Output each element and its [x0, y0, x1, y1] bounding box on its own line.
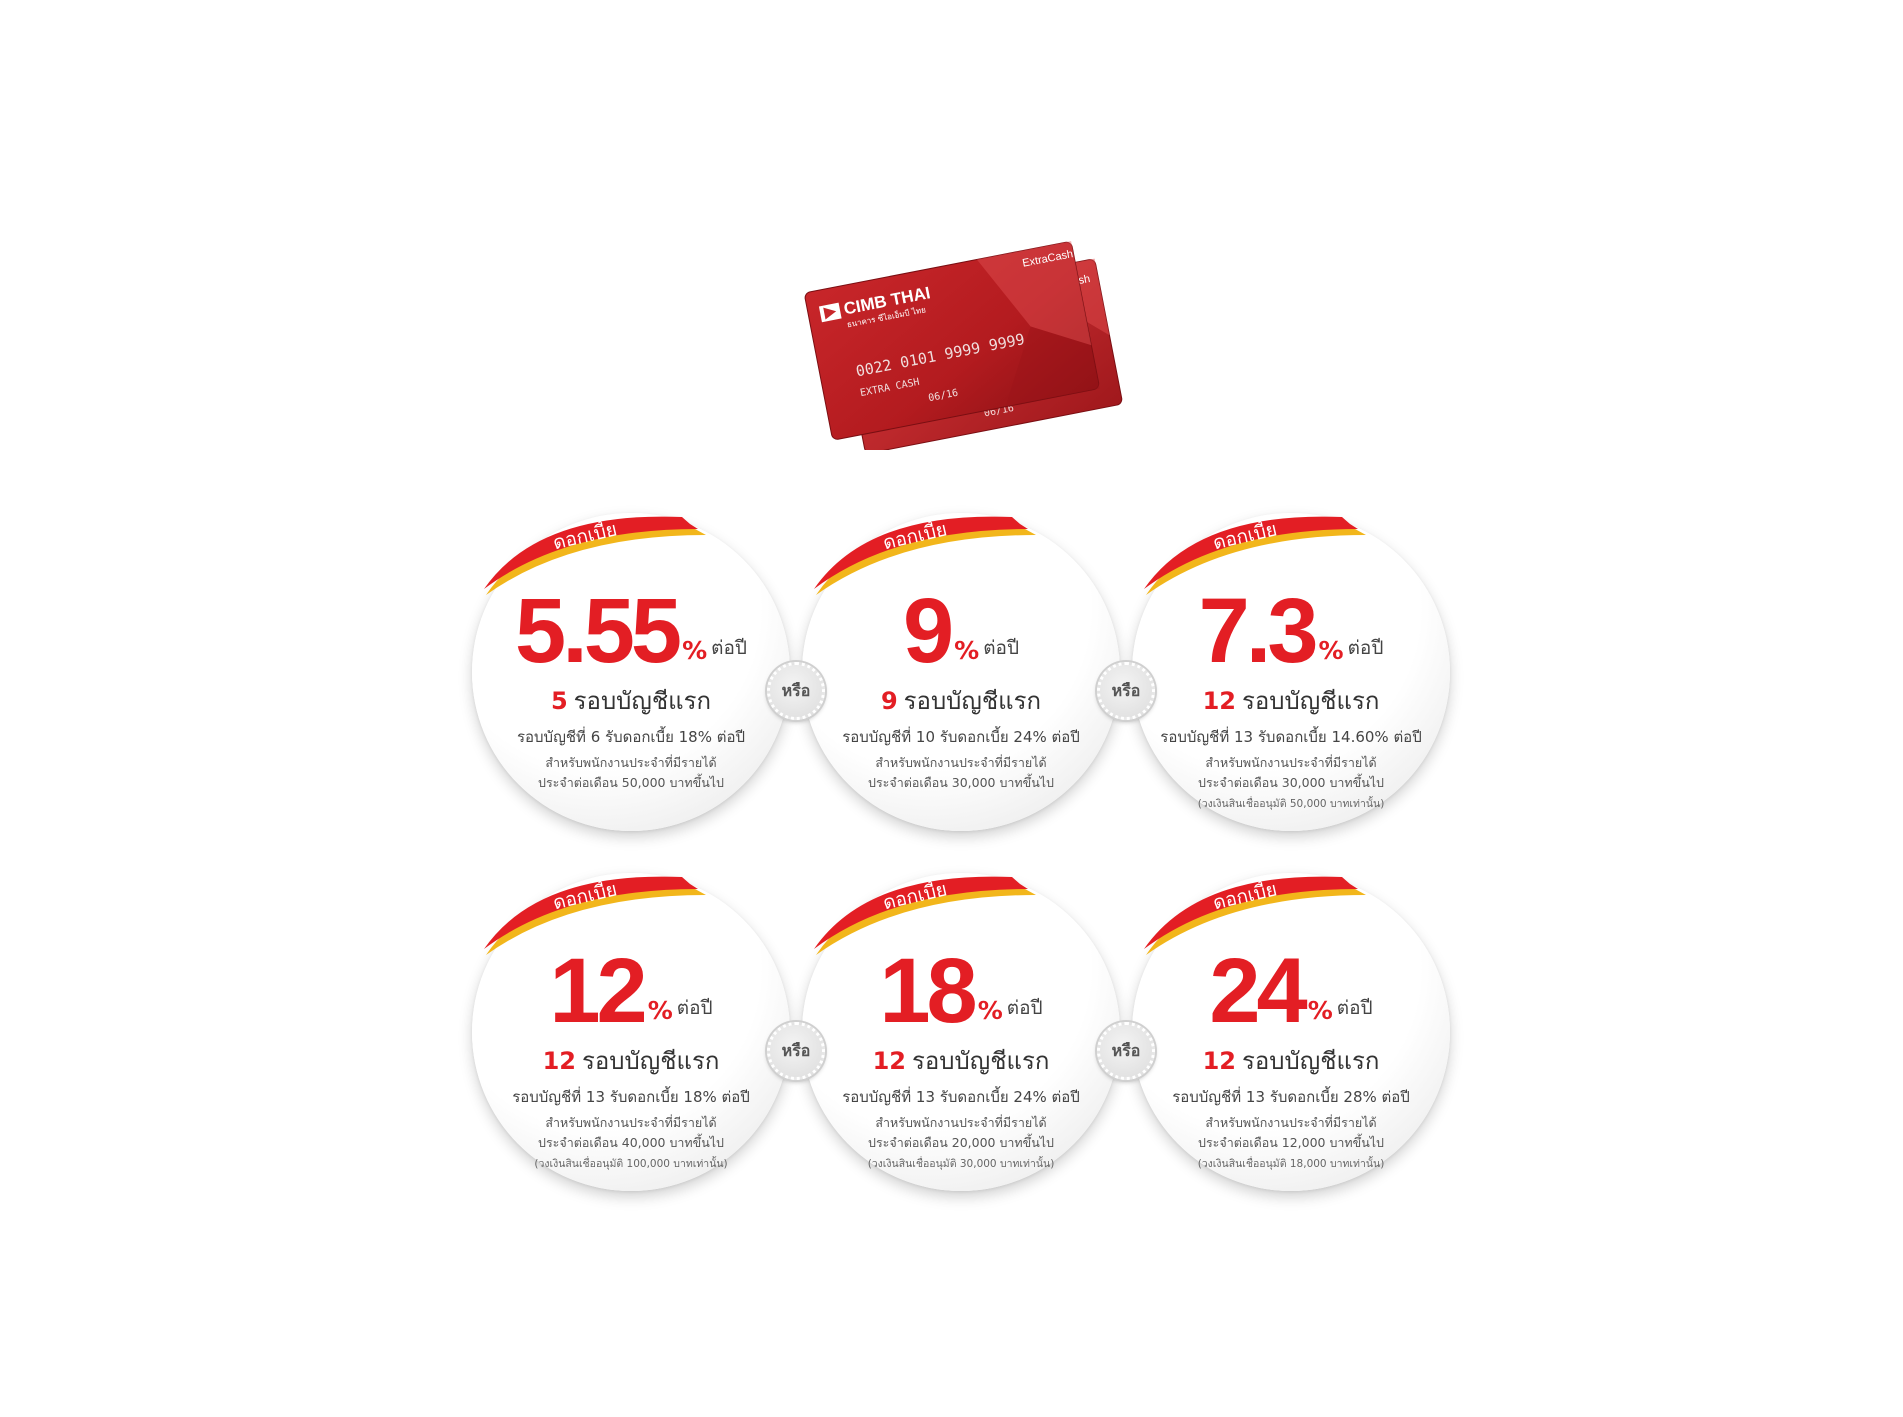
eligibility-line-2: ประจำต่อเดือน 20,000 บาทขึ้นไป [868, 1135, 1054, 1150]
rate-line: 18 % ต่อปี [802, 941, 1120, 1037]
rate-line: 12 % ต่อปี [472, 941, 790, 1037]
promo-period: 12 รอบบัญชีแรก [472, 1041, 790, 1080]
promo-cycle-count: 12 [542, 1047, 576, 1075]
after-promo-rate: รอบบัญชีที่ 13 รับดอกเบี้ย 28% ต่อปี [1172, 1088, 1410, 1106]
extracash-card-image: ash 06/16 CIMB THAI ธนาคาร ซีไอเอ็มบี ไท… [804, 241, 1123, 450]
offer-circle: ดอกเบี้ย 24 % ต่อปี 12 รอบบัญชีแรก รอบบัญ… [1132, 873, 1450, 1191]
eligibility-line-1: สำหรับพนักงานประจำที่มีรายได้ [1205, 755, 1377, 770]
or-separator-badge: หรือ [767, 1022, 825, 1080]
interest-rate: 24 [1209, 940, 1307, 1042]
promo-period: 12 รอบบัญชีแรก [802, 1041, 1120, 1080]
promo-period: 9 รอบบัญชีแรก [802, 681, 1120, 720]
eligibility-line-2: ประจำต่อเดือน 50,000 บาทขึ้นไป [538, 775, 724, 790]
promo-period: 5 รอบบัญชีแรก [472, 681, 790, 720]
promo-cycle-label: รอบบัญชีแรก [1242, 687, 1380, 715]
percent-sign: % [1307, 996, 1333, 1025]
rate-line: 9 % ต่อปี [802, 581, 1120, 677]
promo-cycle-label: รอบบัญชีแรก [582, 1047, 720, 1075]
interest-rate: 5.55 [515, 580, 682, 682]
promo-cycle-count: 12 [872, 1047, 906, 1075]
after-promo-rate: รอบบัญชีที่ 10 รับดอกเบี้ย 24% ต่อปี [842, 728, 1080, 746]
eligibility-line-1: สำหรับพนักงานประจำที่มีรายได้ [545, 755, 717, 770]
credit-limit-note: (วงเงินสินเชื่ออนุมัติ 30,000 บาทเท่านั้… [867, 1158, 1055, 1170]
promo-cycle-label: รอบบัญชีแรก [1242, 1047, 1380, 1075]
eligibility-line-2: ประจำต่อเดือน 12,000 บาทขึ้นไป [1198, 1135, 1384, 1150]
promo-period: 12 รอบบัญชีแรก [1132, 681, 1450, 720]
or-separator-badge: หรือ [1097, 1022, 1155, 1080]
eligibility-line-2: ประจำต่อเดือน 30,000 บาทขึ้นไป [868, 775, 1054, 790]
credit-limit-note: (วงเงินสินเชื่ออนุมัติ 100,000 บาทเท่านั… [534, 1158, 728, 1170]
or-separator-badge: หรือ [767, 662, 825, 720]
interest-rate: 18 [879, 940, 977, 1042]
per-year-label: ต่อปี [1347, 637, 1384, 659]
offer-circle: ดอกเบี้ย 12 % ต่อปี 12 รอบบัญชีแรก รอบบัญ… [472, 873, 790, 1191]
eligibility-line-1: สำหรับพนักงานประจำที่มีรายได้ [875, 1115, 1047, 1130]
credit-limit-note: (วงเงินสินเชื่ออนุมัติ 18,000 บาทเท่านั้… [1197, 1158, 1385, 1170]
eligibility-line-2: ประจำต่อเดือน 30,000 บาทขึ้นไป [1198, 775, 1384, 790]
per-year-label: ต่อปี [676, 997, 713, 1019]
eligibility-line-2: ประจำต่อเดือน 40,000 บาทขึ้นไป [538, 1135, 724, 1150]
after-promo-rate: รอบบัญชีที่ 13 รับดอกเบี้ย 14.60% ต่อปี [1160, 728, 1422, 746]
eligibility-line-1: สำหรับพนักงานประจำที่มีรายได้ [875, 755, 1047, 770]
promo-cycle-count: 9 [880, 687, 898, 715]
interest-rate: 9 [902, 580, 954, 682]
percent-sign: % [977, 996, 1003, 1025]
promo-cycle-count: 5 [550, 687, 568, 715]
offer-circle: ดอกเบี้ย 5.55 % ต่อปี 5 รอบบัญชีแรก รอบบั… [472, 513, 790, 831]
after-promo-rate: รอบบัญชีที่ 13 รับดอกเบี้ย 18% ต่อปี [512, 1088, 750, 1106]
promo-cycle-label: รอบบัญชีแรก [912, 1047, 1050, 1075]
offer-circle: ดอกเบี้ย 7.3 % ต่อปี 12 รอบบัญชีแรก รอบบั… [1132, 513, 1450, 831]
per-year-label: ต่อปี [983, 637, 1020, 659]
promo-cycle-label: รอบบัญชีแรก [903, 687, 1042, 715]
eligibility-line-1: สำหรับพนักงานประจำที่มีรายได้ [545, 1115, 717, 1130]
after-promo-rate: รอบบัญชีที่ 13 รับดอกเบี้ย 24% ต่อปี [842, 1088, 1080, 1106]
offer-circle: ดอกเบี้ย 9 % ต่อปี 9 รอบบัญชีแรก รอบบัญชี… [802, 513, 1120, 831]
promo-cycle-count: 12 [1202, 1047, 1236, 1075]
or-separator-badge: หรือ [1097, 662, 1155, 720]
promo-cycle-count: 12 [1202, 687, 1236, 715]
promo-cycle-label: รอบบัญชีแรก [573, 687, 712, 715]
per-year-label: ต่อปี [1336, 997, 1373, 1019]
eligibility-line-1: สำหรับพนักงานประจำที่มีรายได้ [1205, 1115, 1377, 1130]
rate-line: 7.3 % ต่อปี [1132, 581, 1450, 677]
percent-sign: % [1318, 636, 1344, 665]
per-year-label: ต่อปี [1006, 997, 1043, 1019]
rate-line: 24 % ต่อปี [1132, 941, 1450, 1037]
offer-circle: ดอกเบี้ย 18 % ต่อปี 12 รอบบัญชีแรก รอบบัญ… [802, 873, 1120, 1191]
percent-sign: % [954, 636, 980, 665]
promo-period: 12 รอบบัญชีแรก [1132, 1041, 1450, 1080]
interest-rate: 7.3 [1198, 580, 1319, 682]
per-year-label: ต่อปี [711, 637, 747, 659]
after-promo-rate: รอบบัญชีที่ 6 รับดอกเบี้ย 18% ต่อปี [516, 728, 746, 746]
interest-rate: 12 [549, 940, 647, 1042]
credit-limit-note: (วงเงินสินเชื่ออนุมัติ 50,000 บาทเท่านั้… [1197, 798, 1385, 810]
rate-line: 5.55 % ต่อปี [472, 581, 790, 677]
percent-sign: % [682, 636, 708, 665]
percent-sign: % [647, 996, 673, 1025]
